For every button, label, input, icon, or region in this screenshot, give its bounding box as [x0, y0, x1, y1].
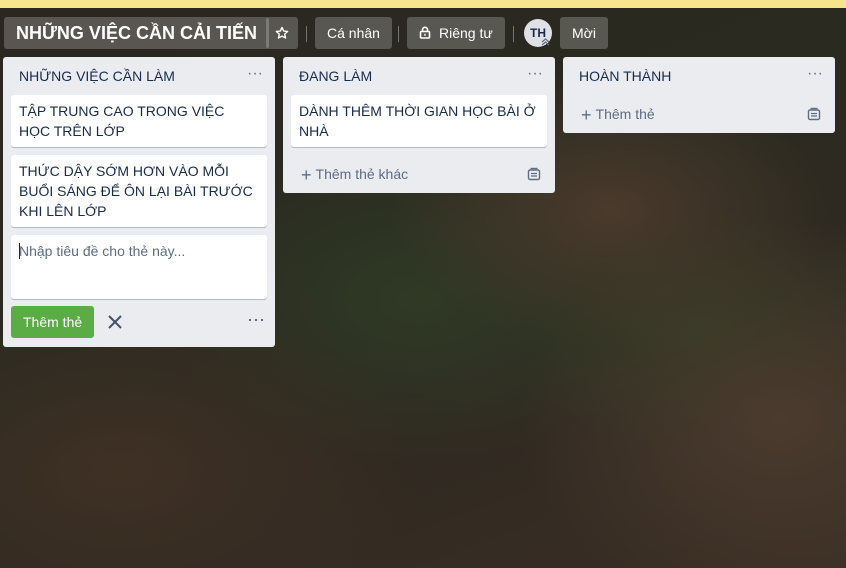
- star-button[interactable]: [266, 17, 298, 49]
- list-done: HOÀN THÀNH ··· + Thêm thẻ: [563, 57, 835, 133]
- card-title-input[interactable]: [19, 241, 259, 289]
- list-title[interactable]: NHỮNG VIỆC CẦN LÀM: [19, 68, 175, 84]
- card[interactable]: TẬP TRUNG CAO TRONG VIỆC HỌC TRÊN LỚP: [11, 95, 267, 147]
- invite-button[interactable]: Mời: [560, 17, 608, 49]
- board-title[interactable]: NHỮNG VIỆC CẦN CẢI TIẾN: [4, 17, 269, 49]
- header-divider: [513, 26, 514, 42]
- privacy-label: Riêng tư: [439, 25, 493, 41]
- add-card-row: + Thêm thẻ khác: [283, 155, 555, 193]
- add-card-row: + Thêm thẻ: [563, 95, 835, 133]
- add-card-button[interactable]: Thêm thẻ: [11, 306, 95, 338]
- list-header: NHỮNG VIỆC CẦN LÀM ···: [3, 57, 275, 95]
- privacy-button[interactable]: Riêng tư: [407, 17, 505, 49]
- list-title[interactable]: HOÀN THÀNH: [579, 68, 671, 84]
- add-card-label: Thêm thẻ: [595, 106, 655, 122]
- header-divider: [398, 26, 399, 42]
- list-menu-button[interactable]: ···: [247, 65, 263, 83]
- list-title[interactable]: ĐANG LÀM: [299, 68, 372, 84]
- add-card-label: Thêm thẻ khác: [315, 166, 409, 182]
- star-icon: [275, 26, 289, 39]
- list-menu-button[interactable]: ···: [527, 65, 543, 83]
- text-caret: [19, 243, 20, 259]
- list-header: ĐANG LÀM ···: [283, 57, 555, 95]
- admin-chevrons-icon: [541, 38, 550, 48]
- list-menu-button[interactable]: ···: [807, 65, 823, 83]
- lock-icon: [419, 26, 431, 39]
- card[interactable]: DÀNH THÊM THỜI GIAN HỌC BÀI Ở NHÀ: [291, 95, 547, 147]
- list-doing: ĐANG LÀM ··· DÀNH THÊM THỜI GIAN HỌC BÀI…: [283, 57, 555, 193]
- list-header: HOÀN THÀNH ···: [563, 57, 835, 95]
- plus-icon: +: [581, 105, 592, 125]
- composer-more-button[interactable]: ···: [247, 309, 265, 330]
- card[interactable]: THỨC DẬY SỚM HƠN VÀO MỖI BUỔI SÁNG ĐỂ ÔN…: [11, 155, 267, 227]
- card-template-icon[interactable]: [807, 107, 821, 121]
- add-card-button[interactable]: + Thêm thẻ: [581, 105, 655, 126]
- add-another-card-button[interactable]: + Thêm thẻ khác: [301, 165, 408, 186]
- team-visibility-button[interactable]: Cá nhân: [315, 17, 392, 49]
- close-icon[interactable]: [105, 312, 125, 332]
- composer-controls: Thêm thẻ ···: [3, 299, 275, 347]
- list-todo: NHỮNG VIỆC CẦN LÀM ··· TẬP TRUNG CAO TRO…: [3, 57, 275, 347]
- card-composer: [11, 235, 267, 299]
- top-banner: [0, 0, 846, 8]
- card-template-icon[interactable]: [527, 167, 541, 181]
- header-divider: [306, 26, 307, 42]
- plus-icon: +: [301, 165, 312, 185]
- board-header: NHỮNG VIỆC CẦN CẢI TIẾN Cá nhân Riêng tư…: [0, 14, 846, 52]
